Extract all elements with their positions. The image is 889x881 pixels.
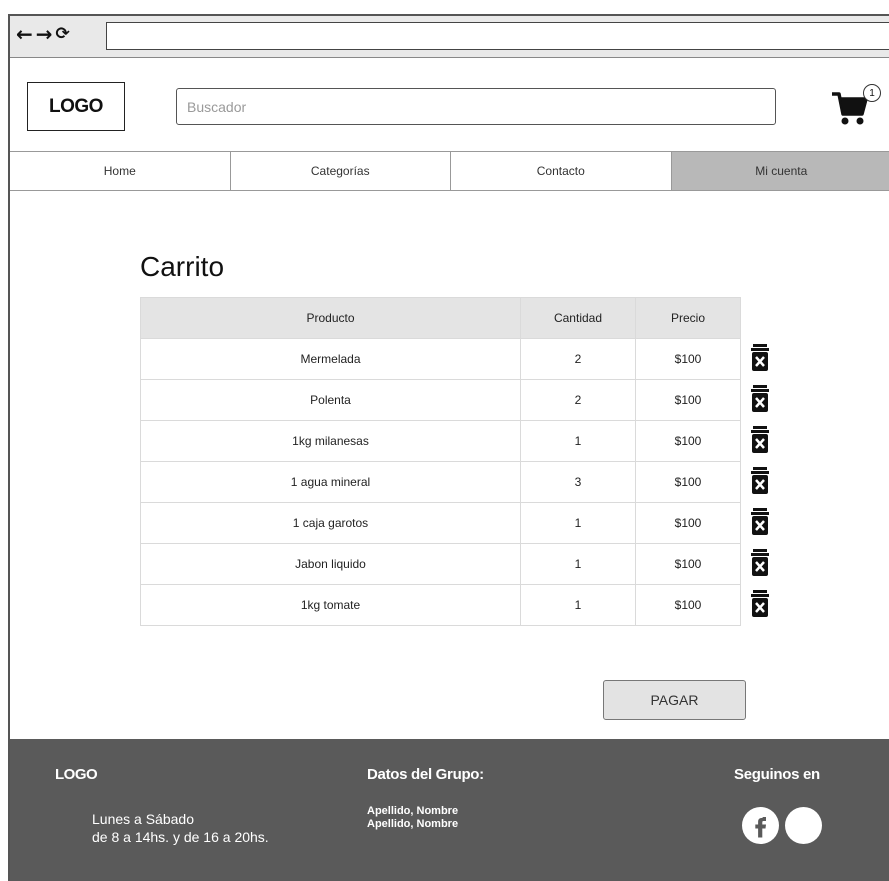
table-row: 1kg tomate 1 $100 [140, 584, 741, 626]
trash-icon [751, 426, 769, 453]
cart-count-badge: 1 [863, 84, 881, 102]
product-cell: Mermelada [140, 338, 521, 380]
price-cell: $100 [635, 584, 741, 626]
browser-nav-controls: ← → ⟳ [16, 24, 70, 44]
pay-button[interactable]: PAGAR [603, 680, 746, 720]
reload-icon[interactable]: ⟳ [56, 24, 70, 44]
page-title: Carrito [140, 251, 225, 282]
quantity-cell: 2 [520, 338, 636, 380]
group-member: Apellido, Nombre [367, 818, 459, 830]
quantity-cell: 1 [520, 584, 636, 626]
footer-logo[interactable]: LOGO [55, 766, 98, 783]
delete-item-button[interactable] [750, 384, 774, 414]
search-input[interactable] [176, 88, 776, 125]
price-cell: $100 [635, 543, 741, 585]
table-row: 1kg milanesas 1 $100 [140, 420, 741, 462]
footer: LOGO Lunes a Sábado de 8 a 14hs. y de 16… [10, 739, 889, 881]
product-cell: Jabon liquido [140, 543, 521, 585]
column-header-producto: Producto [140, 297, 521, 339]
group-members: Apellido, Nombre Apellido, Nombre [367, 805, 458, 831]
nav-item-home[interactable]: Home [10, 152, 231, 190]
group-data-title: Datos del Grupo: [367, 766, 484, 783]
quantity-cell: 1 [520, 502, 636, 544]
hours-line-days: Lunes a Sábado [92, 811, 194, 827]
social-circle-icon[interactable] [785, 807, 822, 844]
nav-item-categorias[interactable]: Categorías [230, 152, 451, 190]
cart-table: Producto Cantidad Precio Mermelada 2 $10… [140, 297, 741, 626]
site-logo[interactable]: LOGO [27, 82, 125, 131]
address-bar[interactable] [106, 22, 889, 50]
delete-item-button[interactable] [750, 589, 774, 619]
social-links [742, 807, 822, 844]
back-arrow-icon[interactable]: ← [16, 24, 33, 44]
product-cell: Polenta [140, 379, 521, 421]
column-header-precio: Precio [635, 297, 741, 339]
column-header-cantidad: Cantidad [520, 297, 636, 339]
table-row: Mermelada 2 $100 [140, 338, 741, 380]
table-row: 1 caja garotos 1 $100 [140, 502, 741, 544]
group-member: Apellido, Nombre [367, 805, 459, 817]
opening-hours: Lunes a Sábado de 8 a 14hs. y de 16 a 20… [92, 810, 269, 846]
delete-item-button[interactable] [750, 548, 774, 578]
main-nav: Home Categorías Contacto Mi cuenta [10, 151, 889, 191]
product-cell: 1 agua mineral [140, 461, 521, 503]
follow-us-title: Seguinos en [734, 766, 820, 783]
product-cell: 1 caja garotos [140, 502, 521, 544]
quantity-cell: 1 [520, 420, 636, 462]
price-cell: $100 [635, 502, 741, 544]
forward-arrow-icon[interactable]: → [36, 24, 53, 44]
product-cell: 1kg tomate [140, 584, 521, 626]
delete-item-button[interactable] [750, 425, 774, 455]
browser-window: ← → ⟳ LOGO 1 Home Categorías Contacto Mi… [8, 14, 889, 881]
table-header-row: Producto Cantidad Precio [140, 297, 741, 339]
table-row: Jabon liquido 1 $100 [140, 543, 741, 585]
nav-item-mi-cuenta[interactable]: Mi cuenta [671, 152, 889, 190]
trash-icon [751, 385, 769, 412]
delete-item-button[interactable] [750, 466, 774, 496]
facebook-glyph-icon [747, 812, 774, 839]
price-cell: $100 [635, 338, 741, 380]
trash-icon [751, 467, 769, 494]
price-cell: $100 [635, 461, 741, 503]
cart-button[interactable]: 1 [830, 84, 881, 132]
trash-icon [751, 344, 769, 371]
quantity-cell: 1 [520, 543, 636, 585]
trash-icon [751, 590, 769, 617]
hours-line-times: de 8 a 14hs. y de 16 a 20hs. [92, 829, 269, 845]
table-row: Polenta 2 $100 [140, 379, 741, 421]
table-row: 1 agua mineral 3 $100 [140, 461, 741, 503]
trash-icon [751, 508, 769, 535]
delete-item-button[interactable] [750, 507, 774, 537]
price-cell: $100 [635, 420, 741, 462]
product-cell: 1kg milanesas [140, 420, 521, 462]
nav-item-contacto[interactable]: Contacto [451, 152, 672, 190]
trash-icon [751, 549, 769, 576]
facebook-icon[interactable] [742, 807, 779, 844]
browser-toolbar: ← → ⟳ [10, 16, 889, 58]
delete-item-button[interactable] [750, 343, 774, 373]
quantity-cell: 2 [520, 379, 636, 421]
price-cell: $100 [635, 379, 741, 421]
quantity-cell: 3 [520, 461, 636, 503]
